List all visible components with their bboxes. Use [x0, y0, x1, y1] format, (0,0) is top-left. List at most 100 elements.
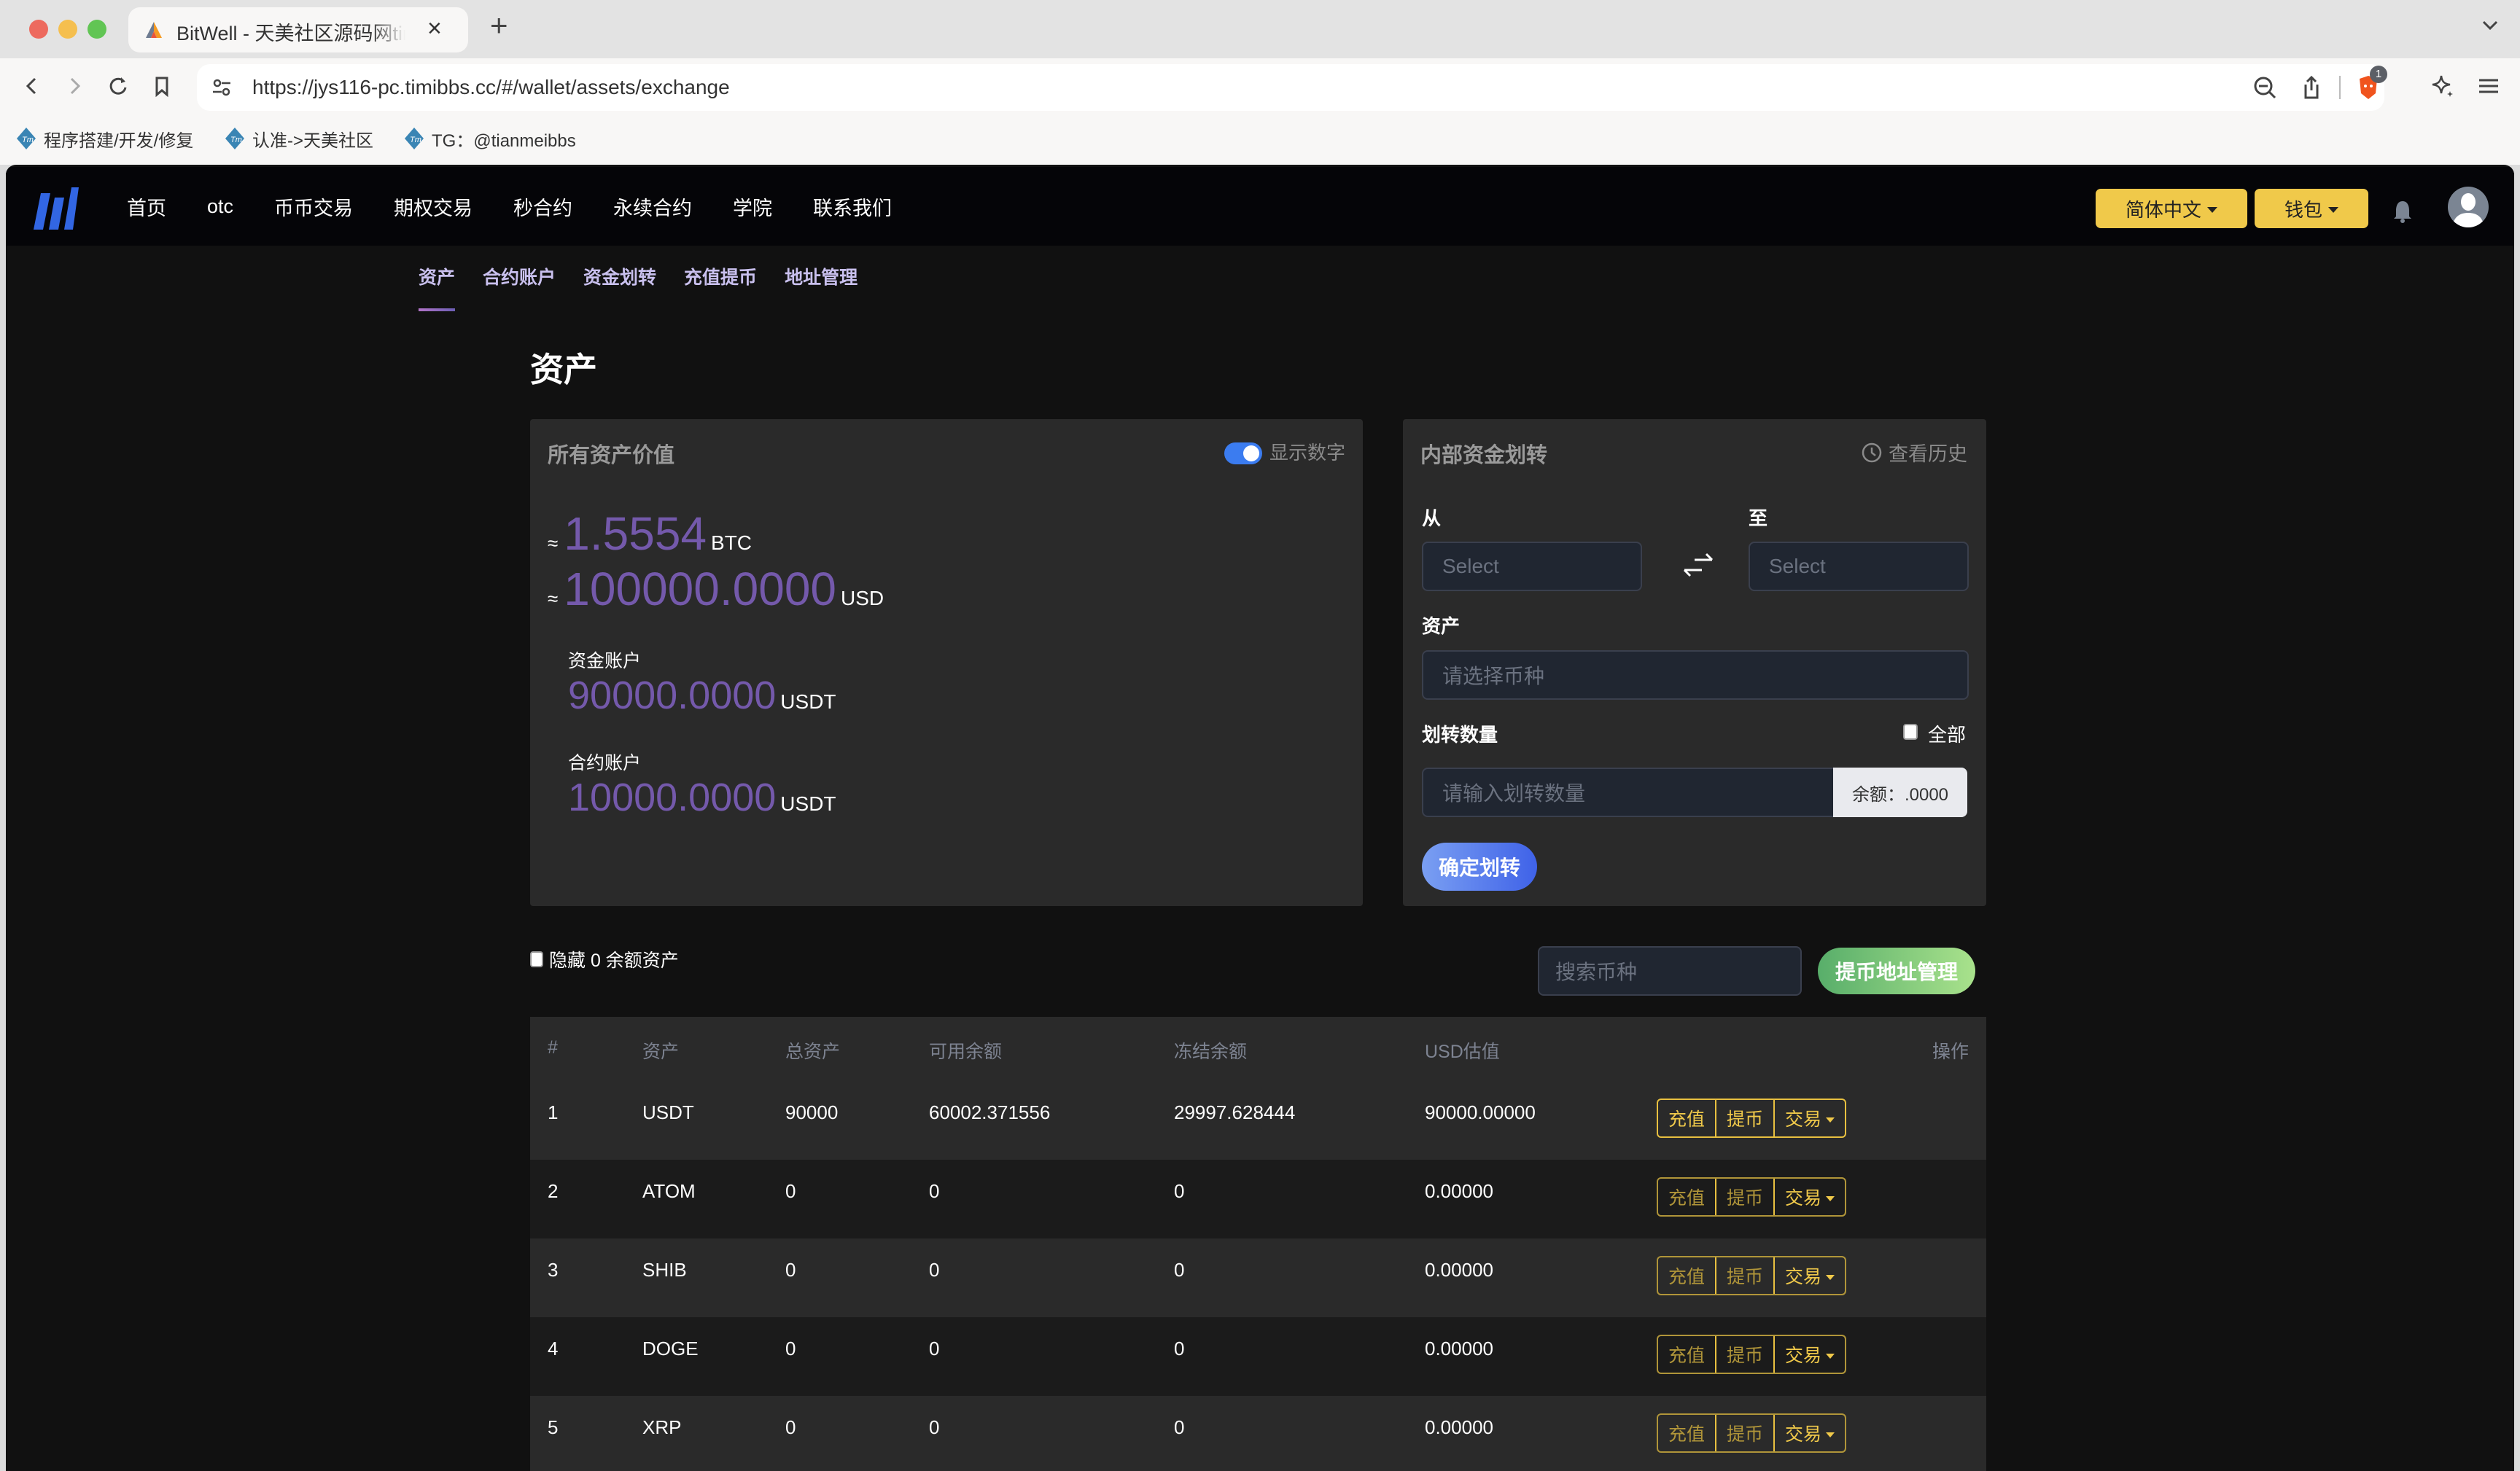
nav-options-trading[interactable]: 期权交易	[394, 192, 472, 221]
total-assets-title: 所有资产价值	[548, 444, 675, 467]
withdraw-button[interactable]: 提币	[1715, 1415, 1773, 1451]
deposit-button[interactable]: 充值	[1658, 1415, 1715, 1451]
url-field[interactable]: https://jys116-pc.timibbs.cc/#/wallet/as…	[197, 64, 2387, 111]
subnav-deposit-withdraw[interactable]: 充值提币	[684, 263, 757, 289]
deposit-button[interactable]: 充值	[1658, 1257, 1715, 1294]
subnav-fund-transfer[interactable]: 资金划转	[583, 263, 656, 289]
btc-unit: BTC	[711, 531, 752, 554]
bitwell-logo-icon[interactable]	[28, 186, 79, 231]
menu-icon[interactable]	[2473, 71, 2502, 101]
nav-contact-us[interactable]: 联系我们	[813, 192, 892, 221]
share-icon[interactable]	[2298, 74, 2325, 101]
bookmark-item[interactable]: Tm 认准->天美社区	[225, 125, 373, 152]
btc-total-row: ≈ 1.5554 BTC	[548, 507, 752, 561]
deposit-button-label: 充值	[1668, 1188, 1706, 1209]
deposit-button[interactable]: 充值	[1658, 1100, 1715, 1136]
deposit-button[interactable]: 充值	[1658, 1179, 1715, 1215]
user-avatar[interactable]	[2448, 187, 2489, 227]
cell-frozen: 0	[1174, 1180, 1185, 1202]
deposit-button[interactable]: 充值	[1658, 1336, 1715, 1373]
trade-dropdown-button[interactable]: 交易	[1773, 1415, 1846, 1451]
new-tab-button[interactable]: +	[490, 10, 508, 41]
withdraw-button[interactable]: 提币	[1715, 1257, 1773, 1294]
url-text[interactable]: https://jys116-pc.timibbs.cc/#/wallet/as…	[252, 76, 730, 99]
bookmark-icon[interactable]	[147, 71, 176, 101]
zoom-out-icon[interactable]	[2252, 74, 2278, 101]
transfer-amount-input[interactable]: 请输入划转数量	[1422, 768, 1835, 817]
withdraw-button[interactable]: 提币	[1715, 1179, 1773, 1215]
trade-dropdown-button[interactable]: 交易	[1773, 1257, 1846, 1294]
nav-home[interactable]: 首页	[127, 192, 166, 221]
bookmark-item[interactable]: Tm 程序搭建/开发/修复	[16, 125, 193, 152]
language-label: 简体中文	[2125, 198, 2201, 221]
to-account-select[interactable]: Select	[1749, 542, 1969, 591]
notification-bell-icon[interactable]	[2392, 199, 2414, 224]
col-available: 可用余额	[929, 1042, 1003, 1062]
all-amount-label: 全部	[1928, 724, 1967, 746]
show-numbers-toggle[interactable]	[1224, 442, 1262, 464]
subnav-contract-account[interactable]: 合约账户	[483, 263, 556, 289]
confirm-transfer-button[interactable]: 确定划转	[1422, 843, 1537, 891]
view-history-link[interactable]: 查看历史	[1861, 438, 1967, 467]
col-frozen: 冻结余额	[1174, 1042, 1248, 1062]
subnav-address-management[interactable]: 地址管理	[785, 263, 858, 289]
from-select-placeholder: Select	[1442, 555, 1499, 577]
funding-account-unit: USDT	[780, 690, 836, 713]
close-window-button[interactable]	[29, 20, 48, 39]
nav-otc[interactable]: otc	[207, 195, 233, 218]
bookmark-label: 程序搭建/开发/修复	[44, 130, 194, 151]
divider	[2339, 76, 2341, 99]
asset-coin-select[interactable]: 请选择币种	[1422, 650, 1969, 700]
tab-list-chevron-icon[interactable]	[2479, 15, 2501, 36]
browser-tab-active[interactable]: BitWell - 天美社区源码网timibbs ×	[128, 7, 468, 52]
wallet-subnav: 资产 合约账户 资金划转 充值提币 地址管理	[419, 263, 885, 311]
caret-down-icon	[1826, 1432, 1835, 1437]
cell-available: 0	[929, 1416, 940, 1438]
maximize-window-button[interactable]	[88, 20, 106, 39]
withdraw-button[interactable]: 提币	[1715, 1100, 1773, 1136]
cell-frozen: 0	[1174, 1259, 1185, 1281]
withdraw-button[interactable]: 提币	[1715, 1336, 1773, 1373]
bookmark-favicon-icon: Tm	[405, 128, 424, 149]
wallet-dropdown[interactable]: 钱包	[2255, 189, 2368, 228]
withdraw-address-management-button[interactable]: 提币地址管理	[1818, 948, 1975, 994]
nav-spot-trading[interactable]: 币币交易	[274, 192, 353, 221]
from-account-select[interactable]: Select	[1422, 542, 1642, 591]
withdraw-button-label: 提币	[1727, 1424, 1764, 1445]
tab-title: BitWell - 天美社区源码网timibbs	[176, 23, 405, 44]
nav-academy[interactable]: 学院	[733, 192, 772, 221]
cell-total: 0	[785, 1416, 796, 1438]
cell-usd-value: 0.00000	[1425, 1338, 1493, 1359]
svg-text:Tm: Tm	[22, 136, 34, 144]
all-amount-checkbox[interactable]	[1903, 724, 1918, 740]
bookmark-label: 认准->天美社区	[252, 130, 374, 151]
leo-ai-icon[interactable]	[2428, 71, 2457, 101]
site-settings-icon[interactable]	[210, 76, 233, 99]
coin-search-input[interactable]: 搜索币种	[1538, 946, 1802, 996]
trade-dropdown-button[interactable]: 交易	[1773, 1179, 1846, 1215]
trade-dropdown-button[interactable]: 交易	[1773, 1100, 1845, 1136]
caret-down-icon	[1826, 1195, 1835, 1201]
subnav-assets[interactable]: 资产	[419, 263, 455, 311]
language-dropdown[interactable]: 简体中文	[2096, 189, 2247, 228]
back-icon[interactable]	[18, 71, 47, 101]
withdraw-button-label: 提币	[1727, 1267, 1764, 1287]
cell-asset: XRP	[642, 1416, 682, 1438]
minimize-window-button[interactable]	[58, 20, 77, 39]
reload-icon[interactable]	[104, 71, 133, 101]
cell-usd-value: 0.00000	[1425, 1180, 1493, 1202]
total-assets-card: 所有资产价值 显示数字 ≈ 1.5554 BTC ≈ 100000.0000 U…	[530, 419, 1363, 906]
close-tab-icon[interactable]: ×	[427, 15, 442, 43]
bookmark-item[interactable]: Tm TG：@tianmeibbs	[404, 125, 576, 152]
hide-zero-label: 隐藏 0 余额资产	[549, 951, 679, 971]
btc-total-value: 1.5554	[564, 507, 707, 560]
nav-perpetual-contract[interactable]: 永续合约	[613, 192, 692, 221]
withdraw-button-label: 提币	[1727, 1346, 1764, 1366]
hide-zero-checkbox[interactable]	[530, 951, 543, 967]
cell-usd-value: 0.00000	[1425, 1416, 1493, 1438]
forward-icon[interactable]	[60, 71, 89, 101]
trade-dropdown-button[interactable]: 交易	[1773, 1336, 1846, 1373]
nav-second-contract[interactable]: 秒合约	[513, 192, 572, 221]
hide-zero-balance-toggle[interactable]: 隐藏 0 余额资产	[530, 946, 679, 972]
swap-direction-icon[interactable]	[1680, 547, 1716, 583]
